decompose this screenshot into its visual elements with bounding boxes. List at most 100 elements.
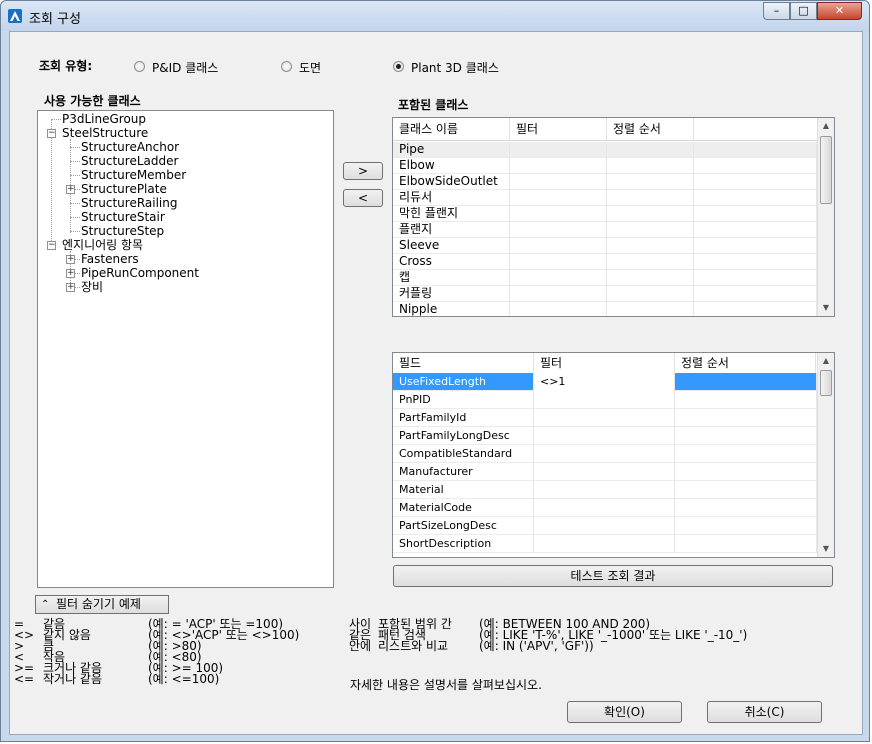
empty-cell[interactable] xyxy=(694,206,817,222)
sort-cell[interactable] xyxy=(607,206,694,222)
tree-item[interactable]: 장비 xyxy=(81,280,103,294)
sort-cell[interactable] xyxy=(675,499,817,517)
table-row[interactable]: 커플링 xyxy=(393,286,817,302)
scroll-down-icon[interactable]: ▼ xyxy=(818,300,834,316)
filter-cell[interactable] xyxy=(534,481,675,499)
minimize-button[interactable]: – xyxy=(763,2,790,20)
class-name-cell[interactable]: 캡 xyxy=(393,270,510,286)
column-header[interactable]: 필드 xyxy=(393,353,534,373)
tree-item[interactable]: StructureLadder xyxy=(81,154,178,168)
filter-cell[interactable] xyxy=(534,535,675,553)
sort-cell[interactable] xyxy=(675,445,817,463)
filter-cell[interactable] xyxy=(534,445,675,463)
empty-cell[interactable] xyxy=(694,174,817,190)
vertical-scrollbar[interactable]: ▲ ▼ xyxy=(817,353,834,557)
included-classes-grid[interactable]: 클래스 이름 필터 정렬 순서 Pipe Elbow ElbowSideOutlet… xyxy=(392,117,835,317)
tree-item[interactable]: PipeRunComponent xyxy=(81,266,199,280)
table-row[interactable]: Elbow xyxy=(393,158,817,174)
sort-cell[interactable] xyxy=(607,302,694,316)
tree-item[interactable]: StructureRailing xyxy=(81,196,177,210)
radio-pid-classes[interactable] xyxy=(134,61,145,72)
column-header[interactable]: 정렬 순서 xyxy=(675,353,816,373)
empty-cell[interactable] xyxy=(694,270,817,286)
table-row[interactable]: MaterialCode xyxy=(393,499,817,517)
filter-cell[interactable] xyxy=(534,409,675,427)
class-name-cell[interactable]: 플랜지 xyxy=(393,222,510,238)
collapse-icon[interactable]: − xyxy=(47,241,56,250)
sort-cell[interactable] xyxy=(607,270,694,286)
filter-cell[interactable] xyxy=(510,286,607,302)
filter-cell[interactable] xyxy=(510,174,607,190)
table-row[interactable]: Sleeve xyxy=(393,238,817,254)
column-header[interactable]: 필터 xyxy=(534,353,675,373)
field-name-cell[interactable]: PartSizeLongDesc xyxy=(393,517,534,535)
sort-cell[interactable] xyxy=(675,463,817,481)
tree-item[interactable]: StructureAnchor xyxy=(81,140,179,154)
filter-cell[interactable] xyxy=(510,238,607,254)
radio-plant3d-label[interactable]: Plant 3D 클래스 xyxy=(411,59,499,76)
sort-cell[interactable] xyxy=(607,238,694,254)
class-name-cell[interactable]: Sleeve xyxy=(393,238,510,254)
field-name-cell[interactable]: Manufacturer xyxy=(393,463,534,481)
collapse-icon[interactable]: − xyxy=(47,129,56,138)
sort-cell[interactable] xyxy=(675,427,817,445)
field-name-cell[interactable]: PnPID xyxy=(393,391,534,409)
sort-cell[interactable] xyxy=(607,190,694,206)
expand-icon[interactable]: + xyxy=(66,185,75,194)
maximize-button[interactable]: □ xyxy=(790,2,817,20)
sort-cell[interactable] xyxy=(675,535,817,553)
table-row[interactable]: Nipple xyxy=(393,302,817,316)
class-name-cell[interactable]: Cross xyxy=(393,254,510,270)
empty-cell[interactable] xyxy=(694,254,817,270)
class-name-cell[interactable]: ElbowSideOutlet xyxy=(393,174,510,190)
expand-icon[interactable]: + xyxy=(66,269,75,278)
table-row[interactable]: 막힌 플랜지 xyxy=(393,206,817,222)
empty-cell[interactable] xyxy=(694,286,817,302)
table-row[interactable]: UseFixedLength <>1 xyxy=(393,373,817,391)
cancel-button[interactable]: 취소(C) xyxy=(707,701,822,723)
table-row[interactable]: PartFamilyLongDesc xyxy=(393,427,817,445)
table-row[interactable]: PnPID xyxy=(393,391,817,409)
empty-cell[interactable] xyxy=(694,142,817,158)
filter-cell[interactable] xyxy=(510,206,607,222)
table-row[interactable]: 리듀서 xyxy=(393,190,817,206)
radio-pid-label[interactable]: P&ID 클래스 xyxy=(152,59,218,76)
sort-cell[interactable] xyxy=(675,409,817,427)
tree-item[interactable]: StructurePlate xyxy=(81,182,167,196)
empty-cell[interactable] xyxy=(694,158,817,174)
class-name-cell[interactable]: 커플링 xyxy=(393,286,510,302)
sort-cell[interactable] xyxy=(607,158,694,174)
add-class-button[interactable]: > xyxy=(343,162,383,180)
tree-item[interactable]: P3dLineGroup xyxy=(62,112,146,126)
field-name-cell[interactable]: MaterialCode xyxy=(393,499,534,517)
class-name-cell[interactable]: Elbow xyxy=(393,158,510,174)
tree-item[interactable]: StructureMember xyxy=(81,168,186,182)
class-name-cell[interactable]: Nipple xyxy=(393,302,510,316)
class-name-cell[interactable]: Pipe xyxy=(393,142,510,158)
table-row[interactable]: 캡 xyxy=(393,270,817,286)
field-name-cell[interactable]: PartFamilyId xyxy=(393,409,534,427)
scroll-up-icon[interactable]: ▲ xyxy=(818,353,834,369)
radio-drawing[interactable] xyxy=(281,61,292,72)
expand-icon[interactable]: + xyxy=(66,283,75,292)
remove-class-button[interactable]: < xyxy=(343,189,383,207)
field-name-cell[interactable]: Material xyxy=(393,481,534,499)
sort-cell[interactable] xyxy=(607,286,694,302)
table-row[interactable]: PartFamilyId xyxy=(393,409,817,427)
tree-item[interactable]: StructureStep xyxy=(81,224,164,238)
field-name-cell[interactable]: CompatibleStandard xyxy=(393,445,534,463)
sort-cell[interactable] xyxy=(607,142,694,158)
column-header[interactable]: 클래스 이름 xyxy=(393,118,510,140)
filter-cell[interactable] xyxy=(534,391,675,409)
filter-cell[interactable] xyxy=(534,517,675,535)
test-query-button[interactable]: 테스트 조회 결과 xyxy=(393,565,833,587)
tree-item[interactable]: StructureStair xyxy=(81,210,165,224)
filter-cell[interactable] xyxy=(510,270,607,286)
filter-cell[interactable] xyxy=(534,463,675,481)
table-row[interactable]: PartSizeLongDesc xyxy=(393,517,817,535)
table-row[interactable]: ElbowSideOutlet xyxy=(393,174,817,190)
empty-cell[interactable] xyxy=(694,302,817,316)
sort-cell[interactable] xyxy=(607,222,694,238)
fields-grid[interactable]: 필드 필터 정렬 순서 UseFixedLength <>1 PnPID PartFa… xyxy=(392,352,835,558)
empty-cell[interactable] xyxy=(694,238,817,254)
